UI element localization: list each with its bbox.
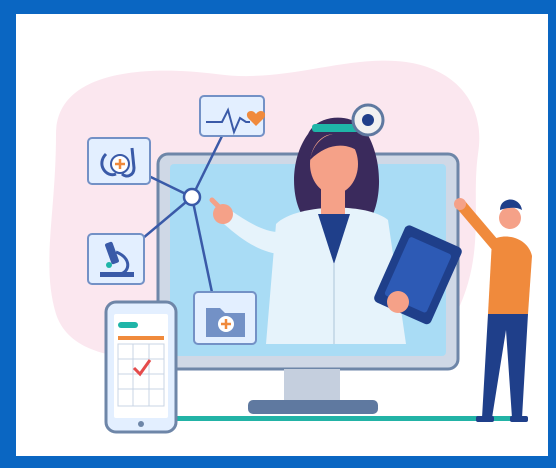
monitor-base: [248, 400, 378, 414]
illustration-frame: [16, 14, 548, 456]
smartphone: [104, 300, 178, 434]
medical-folder-icon: [193, 291, 257, 345]
telemedicine-illustration: [49, 60, 532, 434]
monitor-stand: [284, 369, 340, 403]
microscope-icon: [87, 233, 145, 285]
stethoscope-icon: [87, 137, 151, 185]
heart-rate-icon: [199, 95, 266, 137]
